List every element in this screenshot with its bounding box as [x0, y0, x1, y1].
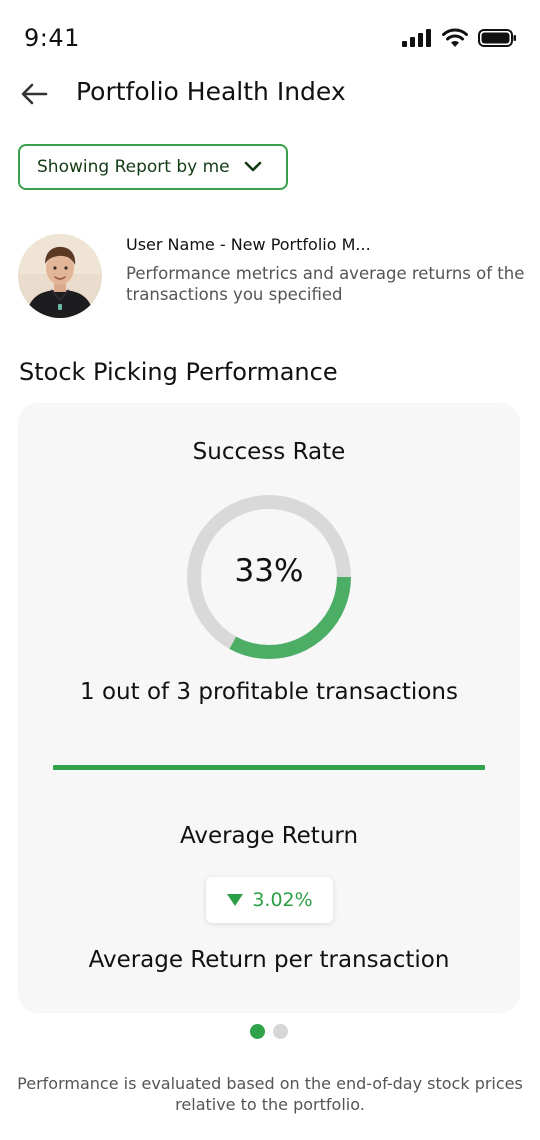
wifi-icon	[442, 28, 468, 47]
status-bar: 9:41	[0, 0, 540, 76]
portfolio-profile: User Name - New Portfolio M... Performan…	[18, 234, 528, 324]
triangle-down-icon	[227, 894, 244, 906]
success-rate-label: Success Rate	[192, 439, 346, 465]
header: Portfolio Health Index	[0, 72, 540, 116]
page-title: Portfolio Health Index	[76, 77, 346, 106]
user-name: User Name - New Portfolio M...	[126, 235, 371, 254]
status-icons	[402, 28, 518, 48]
average-return-caption: Average Return per transaction	[88, 947, 450, 973]
profitable-transactions-text: 1 out of 3 profitable transactions	[80, 679, 458, 705]
arrow-left-icon	[21, 83, 48, 105]
footer-note: Performance is evaluated based on the en…	[17, 1074, 523, 1114]
card-divider	[53, 765, 485, 770]
avatar	[18, 234, 102, 318]
battery-icon	[478, 29, 516, 47]
back-button[interactable]	[16, 76, 52, 112]
status-time: 9:41	[24, 24, 80, 52]
report-filter-label: Showing Report by me	[37, 157, 230, 177]
performance-card[interactable]: Success Rate 33% 1 out of 3 profitable t…	[18, 403, 520, 1013]
average-return-badge: 3.02%	[206, 877, 333, 923]
report-filter-dropdown[interactable]: Showing Report by me	[18, 144, 288, 190]
section-title: Stock Picking Performance	[19, 358, 338, 386]
success-rate-value: 33%	[234, 553, 304, 589]
pagination-dot[interactable]	[250, 1024, 265, 1039]
pagination-dot[interactable]	[273, 1024, 288, 1039]
carousel-pagination	[250, 1024, 288, 1039]
average-return-label: Average Return	[179, 823, 359, 849]
signal-icon	[402, 29, 431, 47]
average-return-value: 3.02%	[252, 889, 313, 911]
profile-description: Performance metrics and average returns …	[126, 264, 525, 304]
chevron-down-icon	[244, 161, 261, 172]
